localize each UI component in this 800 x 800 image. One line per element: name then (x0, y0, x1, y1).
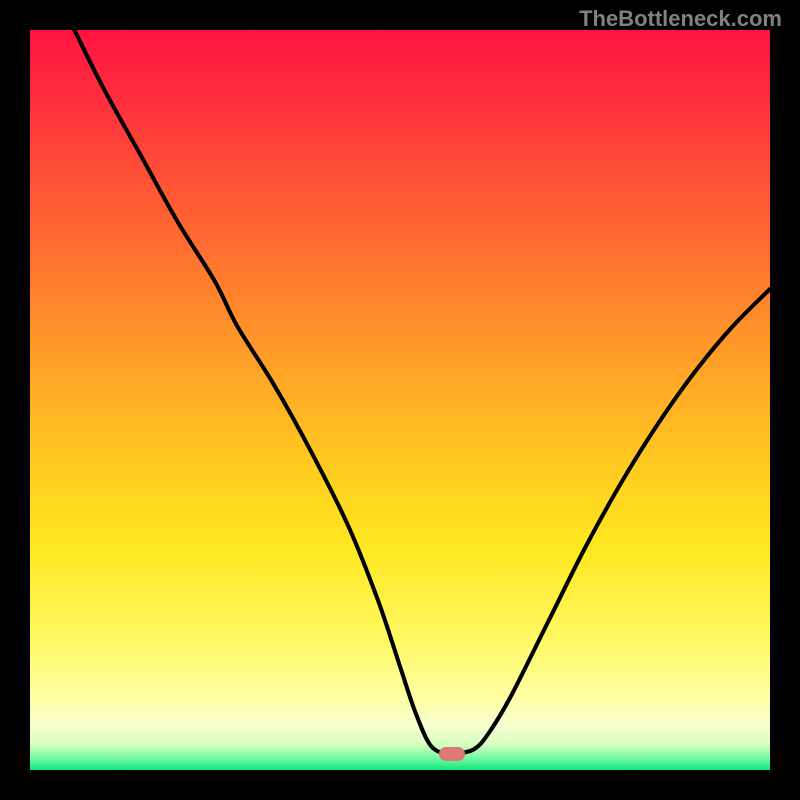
optimal-marker (439, 747, 465, 761)
curve-path (74, 30, 770, 755)
plot-area (30, 30, 770, 770)
watermark-text: TheBottleneck.com (579, 6, 782, 32)
chart-frame: TheBottleneck.com (0, 0, 800, 800)
bottleneck-curve (30, 30, 770, 770)
